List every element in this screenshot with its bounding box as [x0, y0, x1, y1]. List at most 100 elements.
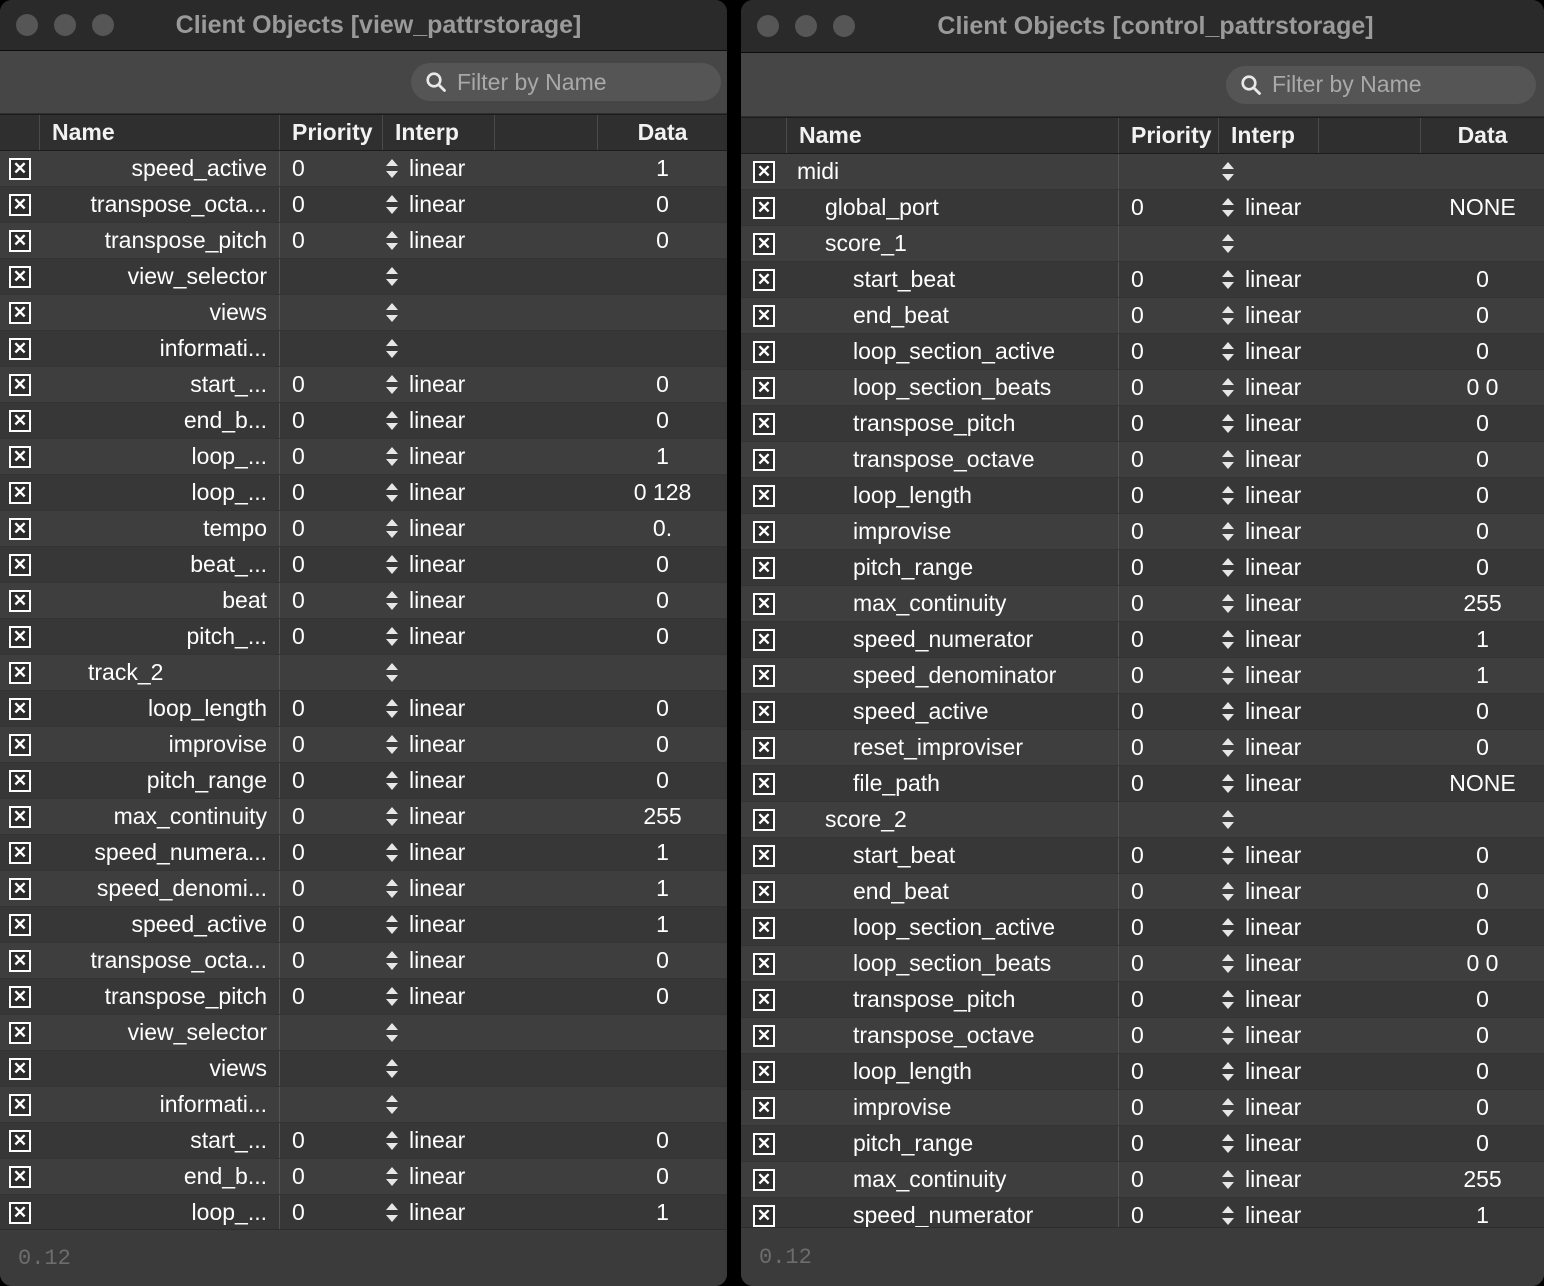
chevron-up-icon[interactable]: [1222, 846, 1234, 853]
row-name-cell[interactable]: loop_...: [40, 1195, 280, 1229]
table-row[interactable]: ✕ loop_section_beats 0 linear 0 0: [741, 370, 1544, 406]
table-row[interactable]: ✕ speed_active 0 linear 0: [741, 694, 1544, 730]
table-row[interactable]: ✕ informati...: [0, 1087, 727, 1123]
chevron-down-icon[interactable]: [386, 495, 398, 502]
chevron-down-icon[interactable]: [1222, 1146, 1234, 1153]
table-row[interactable]: ✕ speed_active 0 linear 1: [0, 151, 727, 187]
row-enable-checkbox[interactable]: ✕: [9, 589, 31, 612]
chevron-up-icon[interactable]: [1222, 702, 1234, 709]
interp-stepper-icon[interactable]: [1219, 594, 1237, 613]
chevron-up-icon[interactable]: [1222, 162, 1234, 169]
chevron-down-icon[interactable]: [386, 207, 398, 214]
row-enable-checkbox[interactable]: ✕: [753, 484, 775, 507]
row-name-cell[interactable]: loop_section_beats: [787, 946, 1119, 981]
interp-stepper-icon[interactable]: [383, 483, 401, 502]
table-row[interactable]: ✕ view_selector: [0, 1015, 727, 1051]
chevron-up-icon[interactable]: [386, 1131, 398, 1138]
row-enable-checkbox[interactable]: ✕: [9, 661, 31, 684]
row-name-cell[interactable]: pitch_range: [787, 1126, 1119, 1161]
chevron-up-icon[interactable]: [386, 159, 398, 166]
row-priority-cell[interactable]: 0: [280, 619, 383, 654]
table-row[interactable]: ✕ speed_numerator 0 linear 1: [741, 622, 1544, 658]
interp-stepper-icon[interactable]: [1219, 1170, 1237, 1189]
interp-stepper-icon[interactable]: [383, 519, 401, 538]
chevron-up-icon[interactable]: [1222, 990, 1234, 997]
row-enable-checkbox[interactable]: ✕: [9, 949, 31, 972]
chevron-down-icon[interactable]: [1222, 714, 1234, 721]
table-row[interactable]: ✕ improvise 0 linear 0: [741, 514, 1544, 550]
interp-stepper-icon[interactable]: [383, 987, 401, 1006]
row-data-cell[interactable]: 0: [1421, 838, 1544, 873]
interp-stepper-icon[interactable]: [1219, 1098, 1237, 1117]
row-data-cell[interactable]: [598, 1051, 727, 1086]
row-priority-cell[interactable]: 0: [1119, 550, 1219, 585]
row-name-cell[interactable]: tempo: [40, 511, 280, 546]
chevron-down-icon[interactable]: [386, 1179, 398, 1186]
row-priority-cell[interactable]: 0: [1119, 190, 1219, 225]
interp-stepper-icon[interactable]: [383, 807, 401, 826]
column-header-priority[interactable]: Priority: [1119, 118, 1219, 153]
column-header-interp[interactable]: Interp: [383, 115, 495, 150]
row-enable-checkbox[interactable]: ✕: [753, 556, 775, 579]
row-data-cell[interactable]: 0: [598, 979, 727, 1014]
table-row[interactable]: ✕ views: [0, 295, 727, 331]
row-priority-cell[interactable]: 0: [1119, 298, 1219, 333]
chevron-up-icon[interactable]: [386, 231, 398, 238]
row-name-cell[interactable]: speed_active: [787, 694, 1119, 729]
row-interp-cell[interactable]: linear: [1219, 1198, 1319, 1227]
interp-stepper-icon[interactable]: [1219, 954, 1237, 973]
row-priority-cell[interactable]: [280, 1015, 383, 1050]
chevron-up-icon[interactable]: [386, 267, 398, 274]
row-priority-cell[interactable]: [280, 1051, 383, 1086]
chevron-up-icon[interactable]: [386, 375, 398, 382]
chevron-up-icon[interactable]: [386, 339, 398, 346]
interp-stepper-icon[interactable]: [383, 159, 401, 178]
interp-stepper-icon[interactable]: [1219, 522, 1237, 541]
row-interp-cell[interactable]: linear: [1219, 658, 1319, 693]
row-priority-cell[interactable]: 0: [280, 187, 383, 222]
row-interp-cell[interactable]: linear: [1219, 586, 1319, 621]
interp-stepper-icon[interactable]: [1219, 162, 1237, 181]
chevron-down-icon[interactable]: [386, 351, 398, 358]
row-interp-cell[interactable]: linear: [1219, 910, 1319, 945]
row-interp-cell[interactable]: [383, 1051, 495, 1086]
row-enable-checkbox[interactable]: ✕: [9, 373, 31, 396]
interp-stepper-icon[interactable]: [383, 267, 401, 286]
row-data-cell[interactable]: 0: [1421, 1054, 1544, 1089]
chevron-up-icon[interactable]: [1222, 270, 1234, 277]
row-interp-cell[interactable]: linear: [1219, 622, 1319, 657]
row-priority-cell[interactable]: 0: [280, 403, 383, 438]
row-priority-cell[interactable]: 0: [280, 871, 383, 906]
table-row[interactable]: ✕ informati...: [0, 331, 727, 367]
table-row[interactable]: ✕ pitch_range 0 linear 0: [0, 763, 727, 799]
chevron-up-icon[interactable]: [386, 195, 398, 202]
row-priority-cell[interactable]: 0: [1119, 730, 1219, 765]
row-interp-cell[interactable]: linear: [383, 691, 495, 726]
interp-stepper-icon[interactable]: [383, 231, 401, 250]
chevron-up-icon[interactable]: [1222, 1170, 1234, 1177]
chevron-up-icon[interactable]: [1222, 306, 1234, 313]
row-interp-cell[interactable]: linear: [1219, 334, 1319, 369]
chevron-up-icon[interactable]: [386, 663, 398, 670]
row-priority-cell[interactable]: 0: [280, 547, 383, 582]
interp-stepper-icon[interactable]: [383, 915, 401, 934]
row-priority-cell[interactable]: 0: [1119, 910, 1219, 945]
row-priority-cell[interactable]: 0: [1119, 946, 1219, 981]
row-enable-checkbox[interactable]: ✕: [753, 1204, 775, 1227]
row-data-cell[interactable]: 255: [1421, 586, 1544, 621]
row-name-cell[interactable]: track_2: [40, 655, 280, 690]
table-row[interactable]: ✕ transpose_octa... 0 linear 0: [0, 187, 727, 223]
chevron-up-icon[interactable]: [386, 303, 398, 310]
row-name-cell[interactable]: transpose_octa...: [40, 943, 280, 978]
interp-stepper-icon[interactable]: [1219, 846, 1237, 865]
row-interp-cell[interactable]: linear: [383, 1123, 495, 1158]
chevron-up-icon[interactable]: [386, 1167, 398, 1174]
row-priority-cell[interactable]: 0: [280, 943, 383, 978]
row-interp-cell[interactable]: linear: [1219, 478, 1319, 513]
row-name-cell[interactable]: max_continuity: [40, 799, 280, 834]
row-name-cell[interactable]: loop_section_active: [787, 334, 1119, 369]
table-row[interactable]: ✕ loop_length 0 linear 0: [0, 691, 727, 727]
row-enable-checkbox[interactable]: ✕: [9, 157, 31, 180]
chevron-down-icon[interactable]: [1222, 570, 1234, 577]
row-enable-checkbox[interactable]: ✕: [9, 841, 31, 864]
